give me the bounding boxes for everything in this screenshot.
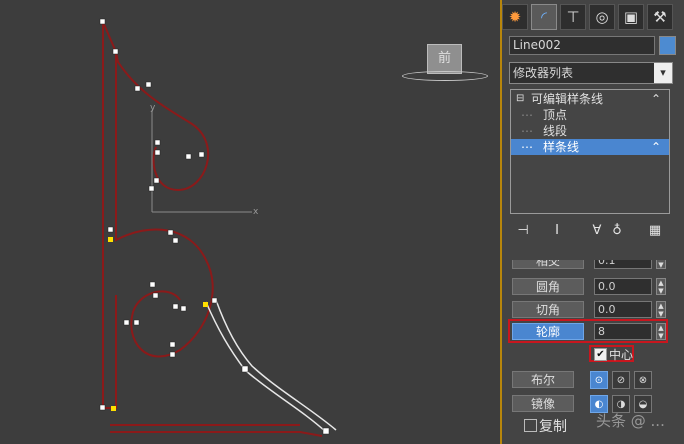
utilities-tab[interactable]: ⚒ — [647, 4, 673, 30]
arc-icon: ◜ — [541, 8, 547, 26]
stack-item-vertex[interactable]: ⋯ 顶点 — [511, 107, 669, 123]
object-name-field[interactable]: Line002 — [509, 36, 655, 55]
stack-root-label: 可编辑样条线 — [531, 92, 604, 106]
intersect-icon[interactable]: ⊗ — [634, 371, 652, 389]
chamfer-button[interactable]: 切角 — [512, 301, 584, 318]
chamfer-spinner[interactable]: ▲ ▼ — [656, 301, 666, 318]
axis-gizmo — [151, 110, 252, 213]
boolean-row: 布尔 ⊙ ⊘ ⊗ — [510, 371, 668, 390]
outline-button[interactable]: 轮廓 — [512, 323, 584, 340]
create-tab[interactable]: ✹ — [502, 4, 528, 30]
motion-icon: ◎ — [595, 8, 609, 26]
copy-label: 复制 — [539, 419, 567, 435]
stack-root-check-icon: ⌃ — [651, 92, 662, 106]
make-unique-icon[interactable]: ∀ — [588, 222, 606, 240]
fillet-value[interactable]: 0.0 — [594, 278, 652, 295]
stack-item-label: 样条线 — [543, 140, 580, 154]
stack-item-label: 顶点 — [543, 108, 568, 122]
sun-icon: ✹ — [508, 8, 522, 26]
spline-canvas[interactable]: y x — [0, 0, 500, 444]
axis-x-label: x — [253, 207, 259, 217]
command-panel: ✹ ◜ ⊤ ◎ ▣ ⚒ Line002 修改器列表 ▾ ⊟ 可编辑样条线 ⌃ ⋯… — [502, 0, 684, 444]
partial-row: 相交 0.1 ▲▼ — [510, 260, 668, 270]
chamfer-value[interactable]: 0.0 — [594, 301, 652, 318]
outline-row: 轮廓 8 ▲ ▼ — [510, 323, 668, 342]
spline-outline — [102, 21, 323, 437]
collapse-icon[interactable]: ⊟ — [516, 91, 524, 107]
center-checkbox[interactable]: ✔ — [594, 348, 607, 361]
intersect-spinner[interactable]: ▲▼ — [656, 260, 666, 269]
subtract-icon[interactable]: ⊘ — [612, 371, 630, 389]
mirror-button[interactable]: 镜像 — [512, 395, 574, 412]
hammer-icon: ⚒ — [653, 8, 667, 26]
stack-item-label: 线段 — [543, 124, 568, 138]
modifier-stack[interactable]: ⊟ 可编辑样条线 ⌃ ⋯ 顶点 ⋯ 线段 ⋯ 样条线 ⌃ — [510, 89, 670, 214]
pin-stack-icon[interactable]: ⊣ — [514, 222, 532, 240]
modify-tab[interactable]: ◜ — [531, 4, 557, 30]
tree-line-icon: ⋯ — [521, 108, 533, 122]
chevron-down-icon[interactable]: ▾ — [654, 63, 672, 83]
viewcube[interactable]: 前 — [427, 44, 462, 74]
intersect-button[interactable]: 相交 — [512, 260, 584, 269]
chamfer-row: 切角 0.0 ▲ ▼ — [510, 301, 668, 320]
fillet-spinner[interactable]: ▲ ▼ — [656, 278, 666, 295]
stack-item-check-icon: ⌃ — [651, 140, 662, 154]
hierarchy-icon: ⊤ — [566, 8, 580, 26]
fillet-button[interactable]: 圆角 — [512, 278, 584, 295]
tree-line-icon: ⋯ — [521, 124, 533, 138]
motion-tab[interactable]: ◎ — [589, 4, 615, 30]
display-icon: ▣ — [623, 8, 639, 26]
center-label: 中心 — [609, 348, 634, 362]
stack-root[interactable]: ⊟ 可编辑样条线 ⌃ — [511, 91, 669, 107]
outline-value[interactable]: 8 — [594, 323, 652, 340]
outline-spinner[interactable]: ▲ ▼ — [656, 323, 666, 340]
fillet-row: 圆角 0.0 ▲ ▼ — [510, 278, 668, 297]
boolean-button[interactable]: 布尔 — [512, 371, 574, 388]
show-end-result-icon[interactable]: Ⅰ — [548, 222, 566, 240]
modifier-list-dropdown[interactable]: 修改器列表 ▾ — [509, 62, 673, 84]
stack-toolbar: ⊣ Ⅰ ∀ ♁ ▦ — [510, 222, 676, 242]
tree-line-icon: ⋯ — [521, 140, 533, 154]
hierarchy-tab[interactable]: ⊤ — [560, 4, 586, 30]
watermark: 头条 @ ... — [596, 412, 665, 430]
stack-item-segment[interactable]: ⋯ 线段 — [511, 123, 669, 139]
union-icon[interactable]: ⊙ — [590, 371, 608, 389]
modifier-list-label: 修改器列表 — [513, 66, 574, 80]
object-color-swatch[interactable] — [659, 36, 676, 55]
front-viewport[interactable]: y x 前 — [0, 0, 502, 444]
configure-sets-icon[interactable]: ▦ — [646, 222, 664, 240]
stack-item-spline[interactable]: ⋯ 样条线 ⌃ — [511, 139, 669, 155]
display-tab[interactable]: ▣ — [618, 4, 644, 30]
intersect-value[interactable]: 0.1 — [594, 260, 652, 269]
viewcube-ring[interactable] — [402, 71, 488, 81]
spline-white-outline — [205, 299, 337, 433]
copy-checkbox[interactable] — [524, 419, 537, 432]
axis-y-label: y — [150, 103, 156, 113]
remove-modifier-icon[interactable]: ♁ — [608, 222, 626, 240]
selected-vertices — [108, 237, 208, 411]
command-tabs: ✹ ◜ ⊤ ◎ ▣ ⚒ — [502, 4, 684, 30]
